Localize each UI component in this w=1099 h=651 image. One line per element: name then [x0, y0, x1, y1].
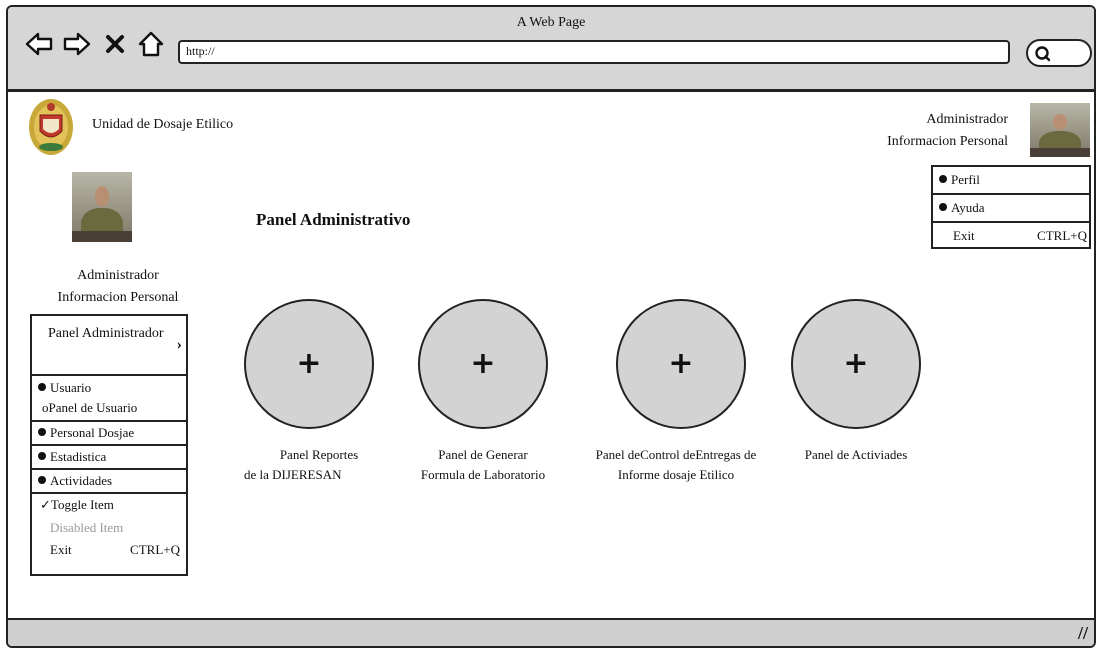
bullet-icon [38, 452, 46, 460]
plus-icon: + [843, 346, 869, 381]
resize-grip-icon[interactable]: // [1078, 623, 1088, 644]
back-arrow-icon[interactable] [24, 29, 54, 59]
sidebar-user-role: Administrador [77, 268, 159, 283]
search-icon [1035, 46, 1051, 62]
panel-actividades-label: Panel de Activiades [786, 445, 926, 465]
sidebar-exit[interactable]: Exit CTRL+Q [32, 539, 186, 561]
checkmark-icon: ✓ [40, 498, 51, 513]
panel-control-entregas-label: Panel deControl deEntregas de Informe do… [576, 445, 776, 485]
user-dropdown-menu: Perfil Ayuda Exit CTRL+Q [931, 165, 1091, 249]
chevron-right-icon: › [176, 336, 182, 353]
sidebar-disabled-item: Disabled Item [50, 520, 124, 535]
search-button[interactable] [1026, 39, 1092, 67]
user-menu-ayuda[interactable]: Ayuda [933, 195, 1089, 223]
panel-control-entregas-line1: Panel deControl deEntregas de [595, 447, 757, 462]
header-avatar[interactable] [1030, 103, 1090, 157]
organization-logo [29, 99, 73, 155]
sidebar-item-estadistica[interactable]: Estadistica [32, 446, 186, 470]
user-menu-exit[interactable]: Exit CTRL+Q [933, 223, 1089, 249]
sidebar-menu-header-label: Panel Administrador [48, 326, 164, 341]
user-menu-exit-label: Exit [953, 228, 975, 243]
status-bar: // [8, 618, 1094, 646]
panel-reportes-line1: Panel Reportes [279, 447, 359, 462]
panel-reportes-button[interactable]: + [244, 299, 374, 429]
sidebar-toggle-item-label: Toggle Item [50, 497, 114, 512]
url-text: http:// [186, 44, 215, 58]
header-user-role: Administrador [926, 112, 1008, 127]
user-menu-perfil[interactable]: Perfil [933, 167, 1089, 195]
user-menu-ayuda-label: Ayuda [951, 200, 985, 215]
panel-control-entregas-line2: Informe dosaje Etilico [617, 467, 735, 482]
sidebar-avatar[interactable] [72, 172, 132, 242]
panel-reportes-label: Panel Reportes de la DIJERESAN [234, 445, 384, 485]
bullet-icon [939, 175, 947, 183]
sidebar-item-personal-dosjae[interactable]: Personal Dosjae [32, 422, 186, 446]
home-icon[interactable] [136, 29, 166, 59]
organization-name: Unidad de Dosaje Etilico [92, 117, 234, 132]
panel-generar-formula-line1: Panel de Generar [438, 447, 528, 462]
bullet-icon [939, 203, 947, 211]
close-icon[interactable] [104, 33, 126, 55]
browser-chrome: A Web Page http:// [8, 7, 1094, 92]
sidebar-item-usuario-label: Usuario [50, 380, 92, 395]
header-user-profile-link[interactable]: Informacion Personal [887, 131, 1008, 153]
panel-generar-formula-line2: Formula de Laboratorio [420, 467, 546, 482]
url-bar[interactable]: http:// [178, 40, 1010, 64]
sidebar-toggle-item[interactable]: ✓Toggle Item [32, 494, 186, 517]
sidebar-item-actividades-label: Actividades [50, 473, 113, 488]
panel-generar-formula-label: Panel de Generar Formula de Laboratorio [403, 445, 563, 485]
user-menu-perfil-label: Perfil [951, 172, 980, 187]
sidebar-exit-label: Exit [50, 542, 72, 557]
panel-reportes-line2: de la DIJERESAN [244, 467, 342, 482]
sidebar-item-usuario-sub[interactable]: oPanel de Usuario [38, 398, 186, 418]
sidebar-user-profile-link[interactable]: Informacion Personal [48, 287, 188, 309]
sidebar-menu-header[interactable]: Panel Administrador › [32, 316, 186, 376]
sidebar-item-actividades[interactable]: Actividades [32, 470, 186, 494]
sidebar-item-estadistica-label: Estadistica [50, 449, 107, 464]
plus-icon: + [668, 346, 694, 381]
user-menu-exit-shortcut: CTRL+Q [1037, 228, 1087, 243]
header-user-info[interactable]: Administrador Informacion Personal [887, 109, 1008, 153]
page-title: Panel Administrativo [256, 210, 411, 229]
plus-icon: + [296, 346, 322, 381]
sidebar-item-usuario[interactable]: Usuario oPanel de Usuario [32, 376, 186, 422]
bullet-icon [38, 383, 46, 391]
browser-window: A Web Page http:// Unidad de Dosaje Etil… [6, 5, 1096, 648]
window-title: A Web Page [516, 15, 586, 30]
sidebar-exit-shortcut: CTRL+Q [130, 542, 180, 557]
panel-control-entregas-button[interactable]: + [616, 299, 746, 429]
plus-icon: + [470, 346, 496, 381]
sidebar-menu: Panel Administrador › Usuario oPanel de … [30, 314, 188, 576]
panel-generar-formula-button[interactable]: + [418, 299, 548, 429]
sidebar-user-info[interactable]: Administrador Informacion Personal [48, 265, 188, 309]
bullet-icon [38, 428, 46, 436]
bullet-icon [38, 476, 46, 484]
panel-actividades-line1: Panel de Activiades [804, 447, 908, 462]
panel-actividades-button[interactable]: + [791, 299, 921, 429]
sidebar-item-personal-dosjae-label: Personal Dosjae [50, 425, 135, 440]
forward-arrow-icon[interactable] [62, 29, 92, 59]
